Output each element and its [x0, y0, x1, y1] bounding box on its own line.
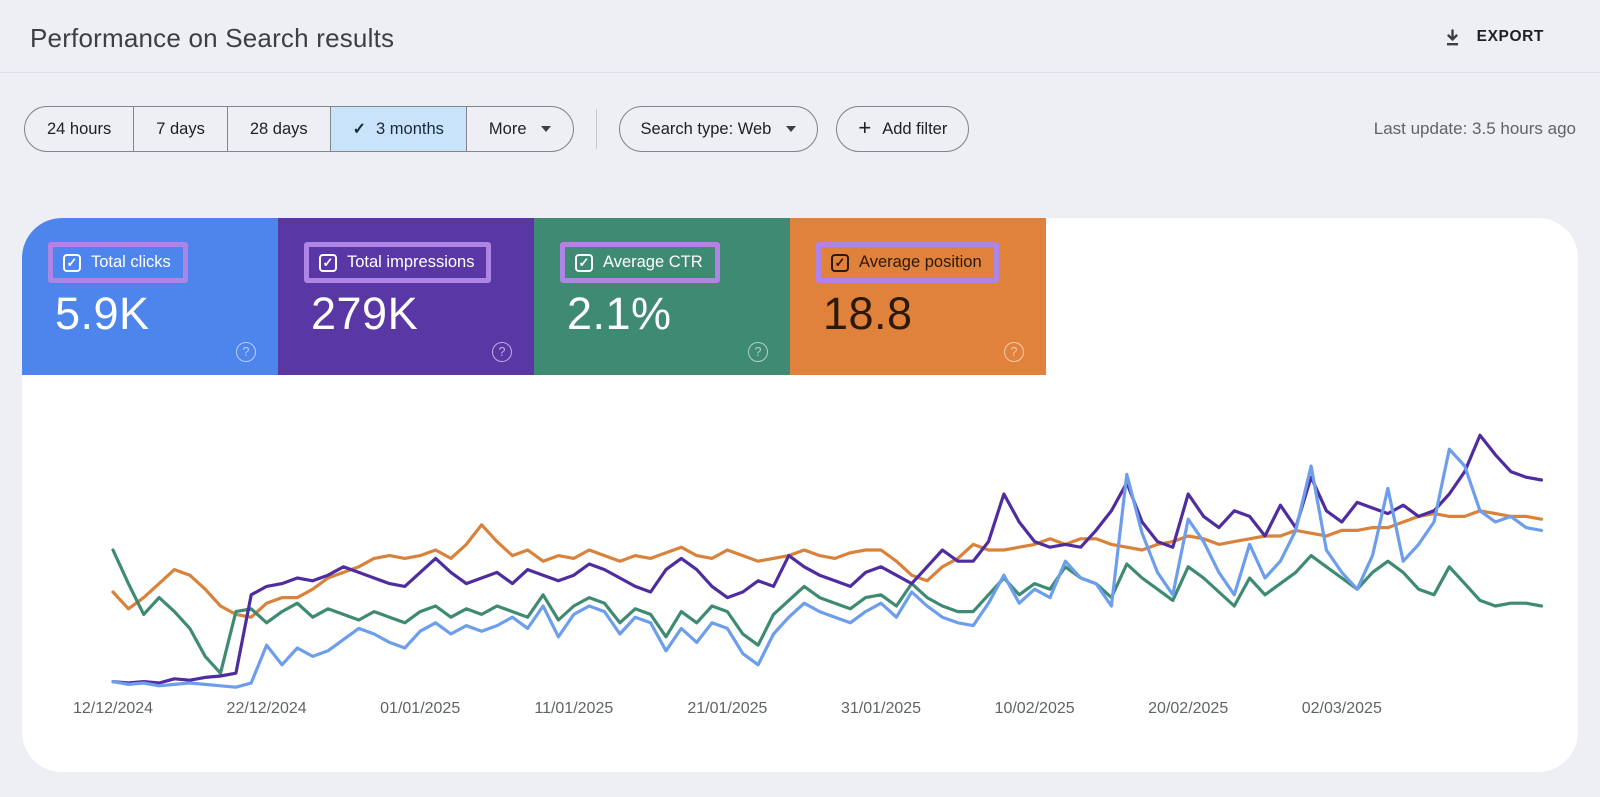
date-range-label: 24 hours: [47, 119, 112, 138]
x-axis-label: 01/01/2025: [380, 700, 461, 717]
toolbar-divider: [595, 109, 597, 149]
search-type-label: Search type: Web: [640, 119, 772, 138]
x-axis-label: 20/02/2025: [1148, 700, 1229, 717]
plus-icon: +: [858, 115, 872, 140]
add-filter-button[interactable]: + Add filter: [836, 106, 970, 152]
last-update-text: Last update: 3.5 hours ago: [1373, 119, 1576, 138]
date-range-7-days[interactable]: 7 days: [133, 107, 227, 151]
date-range-24-hours[interactable]: 24 hours: [25, 107, 133, 151]
add-filter-label: Add filter: [882, 119, 948, 138]
x-axis-label: 11/01/2025: [534, 700, 614, 717]
page-title: Performance on Search results: [30, 23, 395, 53]
performance-panel: ✓ Total clicks 5.9K? ✓ Total impressions 279K…: [22, 218, 1578, 772]
x-axis-label: 22/12/2024: [226, 700, 307, 717]
date-range-label: More: [488, 119, 527, 138]
line-average-ctr: [111, 548, 1544, 675]
line-total-impressions: [111, 433, 1544, 685]
date-range-label: 3 months: [376, 119, 444, 138]
date-range-group: 24 hours 7 days 28 days ✓ 3 months More: [24, 106, 574, 152]
export-button[interactable]: EXPORT: [1443, 22, 1544, 52]
filter-toolbar: 24 hours 7 days 28 days ✓ 3 months More Searc…: [24, 106, 1576, 152]
download-icon: [1443, 28, 1462, 47]
x-axis-label: 31/01/2025: [840, 700, 922, 717]
date-range-label: 28 days: [249, 119, 308, 138]
export-label: EXPORT: [1476, 28, 1544, 45]
x-axis-label: 12/12/2024: [72, 700, 154, 717]
chevron-down-icon: [786, 126, 797, 132]
x-axis-label: 02/03/2025: [1301, 700, 1382, 717]
x-axis-label: 21/01/2025: [687, 700, 768, 717]
performance-chart[interactable]: [22, 218, 1578, 772]
search-type-filter[interactable]: Search type: Web: [618, 106, 819, 152]
x-axis-label: 10/02/2025: [994, 700, 1075, 717]
page-header: Performance on Search results EXPORT: [0, 0, 1600, 73]
check-icon: ✓: [352, 121, 367, 138]
date-range-more[interactable]: More: [465, 107, 573, 151]
date-range-28-days[interactable]: 28 days: [226, 107, 330, 151]
chevron-down-icon: [540, 126, 551, 132]
date-range-3-months[interactable]: ✓ 3 months: [329, 107, 466, 151]
date-range-label: 7 days: [156, 119, 205, 138]
